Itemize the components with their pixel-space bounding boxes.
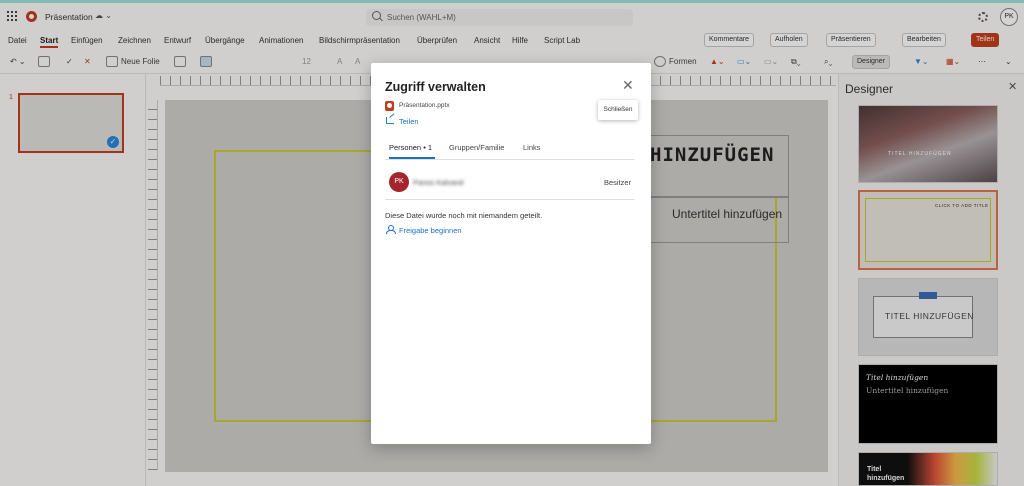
- file-name: Präsentation.pptx: [399, 102, 450, 109]
- tab-people[interactable]: Personen • 1: [389, 143, 432, 152]
- person-role: Besitzer: [604, 178, 632, 187]
- tabs-divider: [385, 159, 635, 160]
- close-icon[interactable]: ✕: [622, 77, 634, 94]
- row-divider: [385, 199, 635, 200]
- share-link[interactable]: Teilen: [399, 117, 419, 126]
- start-sharing-link[interactable]: Freigabe beginnen: [399, 226, 462, 235]
- tab-links[interactable]: Links: [523, 143, 541, 152]
- tab-groups[interactable]: Gruppen/Familie: [449, 143, 504, 152]
- powerpoint-file-icon: [385, 101, 394, 111]
- close-tooltip: Schließen: [598, 100, 638, 120]
- not-shared-message: Diese Datei wurde noch mit niemandem get…: [385, 211, 543, 220]
- person-name: Panos Kalvand: [413, 178, 464, 187]
- person-add-icon: [386, 225, 396, 234]
- dialog-title: Zugriff verwalten: [385, 80, 486, 94]
- person-avatar: PK: [389, 172, 409, 192]
- share-icon: [386, 117, 394, 124]
